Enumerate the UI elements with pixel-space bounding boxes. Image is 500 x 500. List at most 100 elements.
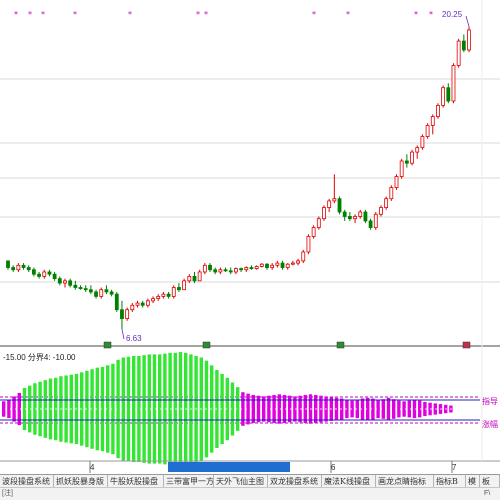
candle-body xyxy=(42,271,47,277)
candle-body xyxy=(125,309,130,319)
high-price-label: 20.25 xyxy=(442,10,463,19)
candle-body xyxy=(337,198,342,213)
candle-body xyxy=(368,220,373,228)
candle-body xyxy=(223,269,228,272)
candle-body xyxy=(208,264,212,271)
indicator-bar xyxy=(2,401,6,417)
candle-body xyxy=(26,267,31,271)
high-pointer xyxy=(465,15,470,27)
signal-mark: * xyxy=(73,10,77,19)
candle-body xyxy=(99,289,104,297)
candle-body xyxy=(270,264,275,268)
candle-body xyxy=(404,160,409,164)
candle-body xyxy=(192,275,197,282)
candle-body xyxy=(379,207,383,215)
signal-mark: * xyxy=(41,10,45,19)
candle-body xyxy=(234,268,238,273)
candle-body xyxy=(410,151,414,164)
signal-mark: * xyxy=(128,10,132,19)
candle-body xyxy=(461,40,466,51)
candle-body xyxy=(88,289,93,293)
candle-body xyxy=(342,211,347,217)
candle-body xyxy=(467,29,471,51)
candle-body xyxy=(6,260,10,268)
candle-body xyxy=(78,287,83,290)
candle-body xyxy=(177,287,181,291)
candle-body xyxy=(32,269,36,275)
candle-body xyxy=(130,304,135,311)
candle-body xyxy=(145,300,150,306)
signal-mark: * xyxy=(312,10,316,19)
candle-body xyxy=(430,116,435,126)
signal-mark: * xyxy=(429,10,433,19)
candle-body xyxy=(202,264,207,273)
candle-body xyxy=(389,187,394,200)
candle-body xyxy=(239,268,244,271)
candle-body xyxy=(415,147,420,153)
candle-body xyxy=(109,291,114,295)
event-marker xyxy=(336,341,345,349)
time-axis-label: 7 xyxy=(452,463,457,472)
signal-mark: * xyxy=(414,10,418,19)
candle-body xyxy=(140,302,145,306)
status-bar: [注] F\ xyxy=(0,487,500,500)
candle-body xyxy=(94,291,98,297)
candle-body xyxy=(114,293,119,311)
candle-body xyxy=(171,287,176,297)
candle-body xyxy=(16,264,21,271)
candle-body xyxy=(120,309,124,319)
timeline-scroll-thumb[interactable] xyxy=(168,462,290,472)
candle-body xyxy=(63,280,67,284)
candle-body xyxy=(373,213,378,228)
indicator-label-gain: 涨幅 xyxy=(482,420,498,429)
candle-body xyxy=(420,136,425,149)
candle-body xyxy=(104,289,109,293)
indicator-tab-bar: 波段操盘系统 抓妖股暴身版 牛股妖股操盘 三带富甲一方 天外飞仙主图 双龙操盘系… xyxy=(0,474,500,488)
candle-body xyxy=(68,280,73,286)
candle-body xyxy=(244,267,249,271)
candle-body xyxy=(254,266,259,270)
candle-body xyxy=(316,218,321,228)
signal-mark: * xyxy=(346,10,350,19)
candle-body xyxy=(218,269,223,273)
candle-body xyxy=(37,273,41,277)
candle-body xyxy=(259,263,264,267)
event-marker xyxy=(202,341,211,349)
candle-body xyxy=(353,216,357,220)
candle-body xyxy=(182,280,187,291)
candle-body xyxy=(290,262,295,265)
candle-body xyxy=(197,271,202,282)
candle-body xyxy=(394,176,399,188)
candle-body xyxy=(327,200,332,208)
candle-body xyxy=(363,211,368,222)
candle-body xyxy=(280,262,285,268)
candle-body xyxy=(456,40,461,66)
signal-mark: * xyxy=(28,10,32,19)
status-left: [注] xyxy=(2,490,13,497)
candle-body xyxy=(73,284,78,288)
low-pointer xyxy=(121,328,125,340)
candle-body xyxy=(347,216,352,220)
candle-body xyxy=(332,198,337,202)
candle-body xyxy=(11,267,16,271)
candle-body xyxy=(83,288,88,291)
candle-body xyxy=(306,236,311,253)
signal-mark: * xyxy=(196,10,200,19)
candle-body xyxy=(296,260,300,264)
candle-body xyxy=(301,251,306,262)
candle-body xyxy=(399,160,404,177)
stock-chart[interactable]: * * * * * * * * * * * xyxy=(0,0,500,500)
candle-body xyxy=(47,271,52,275)
candle-body xyxy=(451,65,456,102)
candle-body xyxy=(213,269,218,273)
candle-body xyxy=(151,298,155,302)
candle-body xyxy=(187,275,192,282)
indicator-header: -15.00 分界4: -10.00 xyxy=(3,353,76,362)
low-price-label: 6.63 xyxy=(126,334,142,343)
candle-body xyxy=(436,105,440,117)
signal-mark: * xyxy=(14,10,18,19)
candle-body xyxy=(311,227,316,237)
signal-mark: * xyxy=(204,10,208,19)
indicator-bar xyxy=(251,395,255,423)
indicator-bar xyxy=(132,355,136,463)
